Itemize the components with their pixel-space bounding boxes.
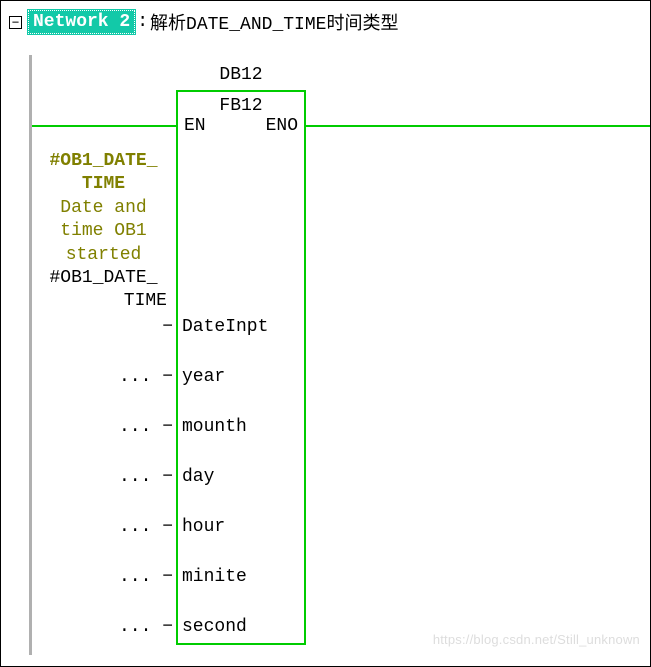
actual-param-line2: TIME: [36, 290, 171, 313]
port-minite: minite: [182, 567, 247, 587]
port-day: day: [182, 467, 214, 487]
port-connector-second: ... −: [111, 617, 173, 637]
network-title-text: 解析DATE_AND_TIME时间类型: [150, 9, 398, 35]
input-parameter-comment: #OB1_DATE_ TIME Date and time OB1 starte…: [36, 150, 171, 314]
en-label: EN: [184, 116, 206, 136]
port-connector-day: ... −: [111, 467, 173, 487]
port-connector-year: ... −: [111, 367, 173, 387]
eno-label: ENO: [266, 116, 298, 136]
symbol-desc-line2: time OB1: [36, 220, 171, 243]
rung-wire-left: [32, 125, 176, 127]
fb-name: FB12: [178, 92, 304, 116]
network-label[interactable]: Network 2: [28, 10, 135, 34]
port-connector-minite: ... −: [111, 567, 173, 587]
symbol-desc-line3: started: [36, 244, 171, 267]
port-connector-dateinpt: −: [111, 317, 173, 337]
left-rail: [29, 55, 32, 655]
collapse-icon[interactable]: −: [9, 16, 22, 29]
port-year: year: [182, 367, 225, 387]
port-mounth: mounth: [182, 417, 247, 437]
watermark: https://blog.csdn.net/Still_unknown: [433, 632, 640, 647]
db-instance-label: DB12: [176, 65, 306, 85]
rung-wire-right: [306, 125, 650, 127]
port-second: second: [182, 617, 247, 637]
port-connector-mounth: ... −: [111, 417, 173, 437]
network-title-colon: :: [137, 12, 148, 32]
symbol-name-line2: TIME: [36, 173, 171, 196]
ladder-diagram: DB12 FB12 EN ENO #OB1_DATE_ TIME Date an…: [1, 55, 650, 655]
actual-param-line1: #OB1_DATE_: [36, 267, 171, 290]
port-connector-hour: ... −: [111, 517, 173, 537]
network-title-row: − Network 2 : 解析DATE_AND_TIME时间类型: [1, 1, 650, 55]
symbol-name-line1: #OB1_DATE_: [36, 150, 171, 173]
port-hour: hour: [182, 517, 225, 537]
port-dateinpt: DateInpt: [182, 317, 268, 337]
symbol-desc-line1: Date and: [36, 197, 171, 220]
